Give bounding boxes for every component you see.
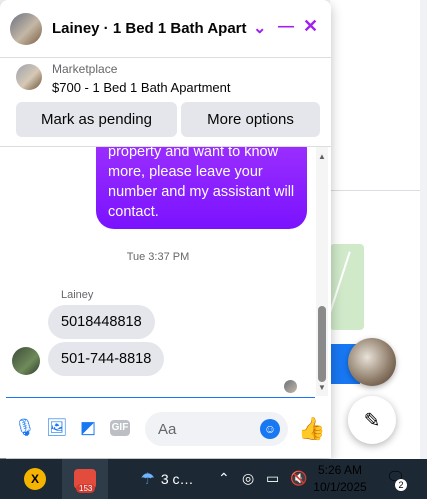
contact-avatar[interactable] (10, 12, 42, 45)
clock-date: 10/1/2025 (313, 480, 367, 494)
thumbs-up-icon[interactable]: 👍 (298, 416, 325, 442)
taskbar-app-x[interactable]: X (20, 459, 50, 499)
clock-time: 5:26 AM (317, 463, 363, 477)
microphone-icon[interactable]: 🎙 (14, 418, 36, 438)
minimize-icon[interactable]: — (278, 18, 294, 36)
listing-thumbnail (16, 64, 42, 90)
mark-pending-button[interactable]: Mark as pending (16, 102, 177, 137)
weather-text: 3 c… (160, 471, 194, 487)
photo-icon[interactable]: 🖼 (46, 418, 68, 438)
listing-title: $700 - 1 Bed 1 Bath Apartment (52, 80, 231, 95)
scrollbar-thumb[interactable] (318, 306, 326, 382)
scroll-down-icon[interactable]: ▼ (318, 383, 326, 392)
close-icon[interactable]: ✕ (303, 16, 318, 37)
listing-summary[interactable]: Marketplace $700 - 1 Bed 1 Bath Apartmen… (16, 62, 231, 95)
seen-indicator (284, 380, 297, 393)
scroll-up-icon[interactable]: ▲ (318, 152, 326, 161)
compose-icon: ✎ (363, 409, 381, 432)
chevron-up-icon[interactable]: ⌃ (218, 470, 230, 487)
volume-muted-icon[interactable]: 🔇 (290, 470, 307, 487)
clock[interactable]: 5:26 AM 10/1/2025 (310, 462, 370, 496)
chevron-down-icon[interactable]: ⌄ (253, 18, 266, 38)
network-icon[interactable]: ▭ (266, 470, 279, 487)
sender-avatar (12, 347, 40, 375)
actions-divider (0, 146, 331, 147)
composer-divider (6, 397, 315, 398)
more-options-button[interactable]: More options (181, 102, 320, 137)
gif-icon[interactable]: GIF (110, 420, 130, 436)
incoming-message: 501-744-8818 (48, 342, 165, 376)
header-divider (0, 57, 331, 58)
emoji-icon[interactable]: ☺ (260, 419, 280, 439)
new-message-button[interactable]: ✎ (348, 396, 396, 444)
taskbar-weather[interactable]: ☂ 3 c… (132, 459, 202, 499)
background-divider (330, 190, 420, 191)
message-timestamp: Tue 3:37 PM (126, 251, 190, 263)
meet-icon[interactable]: ◎ (242, 470, 254, 487)
incoming-message: 5018448818 (48, 305, 155, 339)
x-app-icon: X (24, 468, 46, 490)
weather-icon: ☂ (140, 471, 155, 488)
chat-head-avatar[interactable] (348, 338, 396, 386)
taskbar-app-active[interactable] (62, 459, 108, 499)
notification-count: 2 (395, 479, 407, 491)
message-input-placeholder: Aa (158, 421, 177, 438)
chat-window: Lainey · 1 Bed 1 Bath Apart… ⌄ — ✕ Marke… (0, 0, 331, 458)
sender-name: Lainey (61, 289, 94, 301)
listing-label: Marketplace (52, 62, 118, 76)
sticker-icon[interactable]: ◩ (78, 418, 98, 438)
chat-title[interactable]: Lainey · 1 Bed 1 Bath Apart… (52, 20, 247, 37)
background-panel (330, 0, 420, 459)
app-badge: 153 (76, 484, 96, 493)
